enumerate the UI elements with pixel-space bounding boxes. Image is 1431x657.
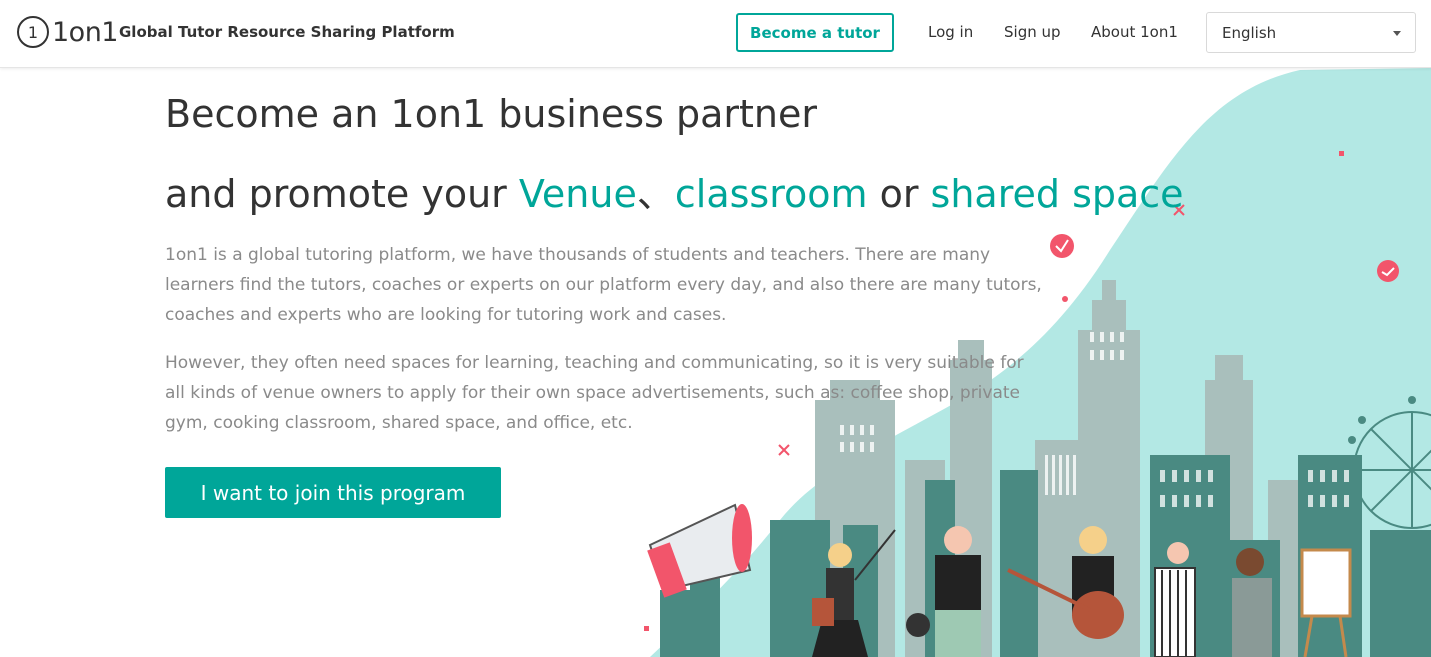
intro-paragraph: 1on1 is a global tutoring platform, we h… (165, 245, 1042, 325)
chevron-down-icon (1393, 31, 1401, 36)
logo-icon: 1 (17, 16, 49, 48)
logo-text: 1on1 (52, 16, 119, 48)
highlight-venue: Venue (518, 172, 637, 216)
language-select[interactable]: English (1206, 12, 1416, 53)
site-tagline: Global Tutor Resource Sharing Platform (119, 23, 455, 41)
about-link[interactable]: About 1on1 (1091, 23, 1178, 41)
become-tutor-button[interactable]: Become a tutor (736, 13, 894, 52)
svg-text:1: 1 (28, 23, 38, 42)
login-link[interactable]: Log in (928, 23, 973, 41)
title-separator: 、 (636, 172, 675, 216)
title-connector: or (867, 172, 931, 216)
highlight-classroom: classroom (674, 172, 868, 216)
logo[interactable]: 1 1on1 (16, 14, 119, 50)
language-selected-value: English (1222, 23, 1277, 42)
top-header: 1 1on1 Global Tutor Resource Sharing Pla… (0, 0, 1431, 68)
venue-paragraph: However, they often need spaces for lear… (165, 353, 1024, 433)
highlight-shared-space: shared space (930, 172, 1184, 216)
hero-title-line2: and promote your Venue、classroom or shar… (165, 163, 1184, 218)
join-program-button[interactable]: I want to join this program (165, 467, 501, 518)
hero-title-prefix: and promote your (165, 172, 519, 216)
hero-title-line1: Become an 1on1 business partner (165, 92, 817, 136)
signup-link[interactable]: Sign up (1004, 23, 1061, 41)
